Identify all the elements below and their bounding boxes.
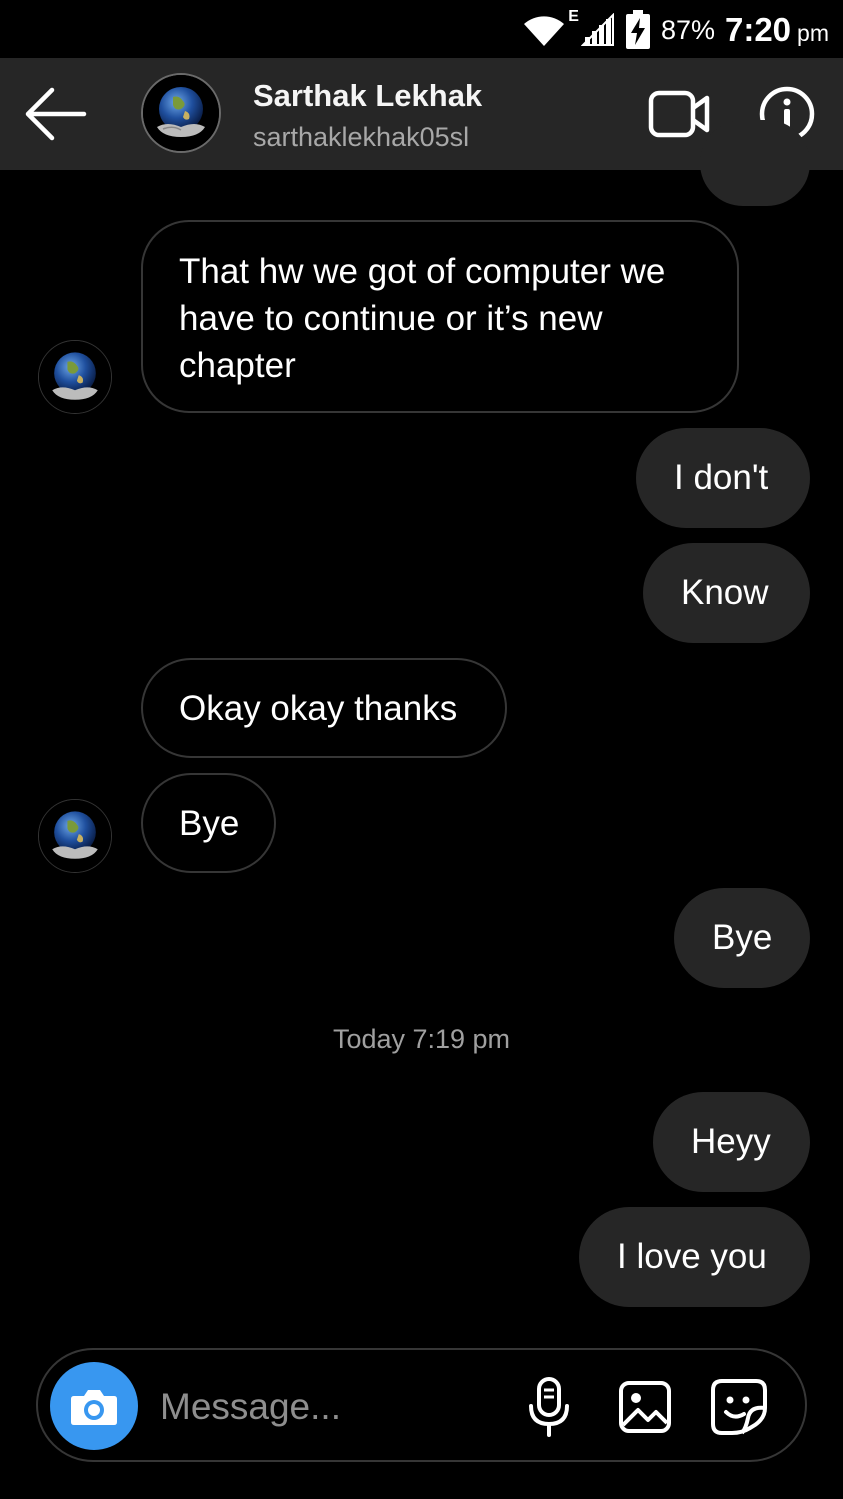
message-text: That hw we got of computer we have to co… [179,252,666,385]
camera-button[interactable] [50,1362,138,1450]
message-text: Heyy [691,1122,771,1161]
message-bubble-outgoing[interactable]: Know [643,543,810,643]
battery-percent: 87% [660,14,715,45]
globe-image [143,75,219,151]
message-bubble-outgoing[interactable]: Heyy [653,1092,810,1192]
message-text: Okay okay thanks [179,689,458,728]
message-text: I don't [674,458,769,497]
message-bubble-outgoing[interactable]: Bye [674,888,810,988]
message-bubble-incoming[interactable]: Bye [141,773,276,873]
message-bubble-incoming[interactable]: That hw we got of computer we have to co… [141,220,739,413]
status-bar: E 87% 7:20 pm [0,0,843,58]
cell-signal-icon [580,13,614,46]
contact-name[interactable]: Sarthak Lekhak [253,78,482,114]
timestamp-divider: Today 7:19 pm [332,1024,511,1054]
message-text: I love you [617,1237,767,1276]
clock-ampm: pm [797,20,829,46]
wifi-icon [524,16,565,46]
status-bar-right: E 87% 7:20 pm [522,8,829,52]
battery-charging-icon [625,10,650,49]
message-text: Know [681,573,769,612]
contact-username[interactable]: sarthaklekhak05sl [253,122,469,153]
globe-image [39,800,111,872]
message-bubble-outgoing[interactable]: I love you [579,1207,810,1307]
message-bubble-incoming[interactable]: Okay okay thanks [141,658,507,758]
message-avatar[interactable] [38,340,112,414]
message-bubble-outgoing[interactable]: I don't [636,428,810,528]
message-input[interactable] [158,1378,502,1436]
gallery-icon[interactable] [618,1380,672,1434]
message-text: Bye [179,804,240,843]
camera-icon [71,1390,117,1425]
message-avatar[interactable] [38,799,112,873]
globe-image [39,341,111,413]
clock-time: 7:20 [724,11,792,48]
sticker-icon[interactable] [710,1378,768,1436]
message-composer [36,1348,807,1462]
network-type-label: E [568,8,579,25]
back-arrow-icon[interactable] [22,84,88,144]
message-text: Bye [712,918,773,957]
message-bubble-partial [700,120,810,206]
video-call-icon[interactable] [648,88,710,140]
status-clock: 7:20 pm [725,11,829,49]
microphone-icon[interactable] [526,1376,572,1438]
contact-avatar[interactable] [141,73,221,153]
